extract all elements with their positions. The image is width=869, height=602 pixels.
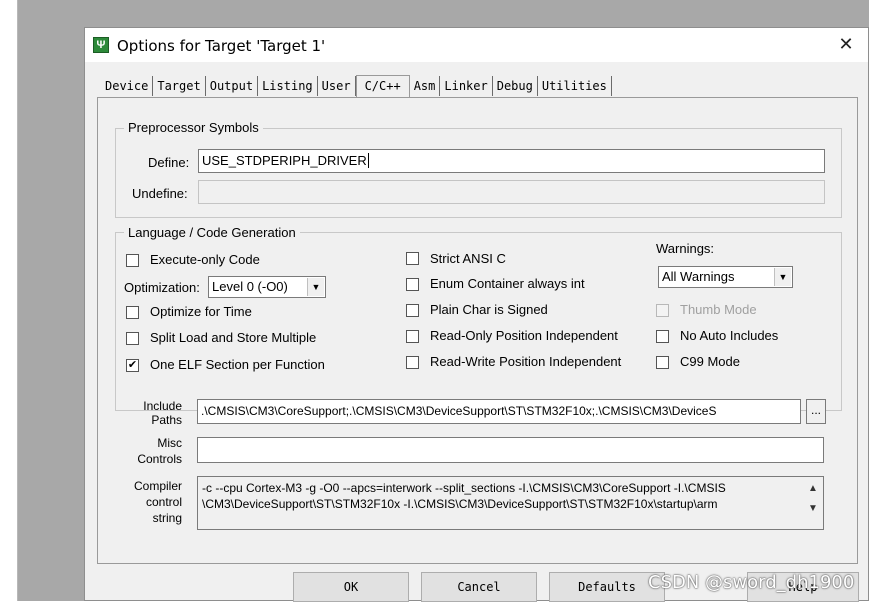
tab-output[interactable]: Output bbox=[205, 76, 259, 96]
define-input[interactable]: USE_STDPERIPH_DRIVER bbox=[198, 149, 825, 173]
rw-pos-checkbox[interactable] bbox=[406, 356, 419, 369]
scroll-down-icon[interactable]: ▼ bbox=[805, 499, 821, 519]
compiler-scrollbar[interactable]: ▲ ▼ bbox=[805, 479, 821, 519]
misc-controls-label: Misc Controls bbox=[128, 435, 182, 467]
include-label-line2: Paths bbox=[151, 413, 182, 427]
compiler-control-string[interactable]: -c --cpu Cortex-M3 -g -O0 --apcs=interwo… bbox=[197, 476, 824, 530]
misc-label-line2: Controls bbox=[137, 452, 182, 466]
optimization-value: Level 0 (-O0) bbox=[212, 279, 288, 294]
ro-pos-checkbox[interactable] bbox=[406, 330, 419, 343]
scroll-up-icon[interactable]: ▲ bbox=[805, 479, 821, 499]
chevron-down-icon[interactable]: ▼ bbox=[774, 268, 791, 286]
enum-container-checkbox[interactable] bbox=[406, 278, 419, 291]
close-button[interactable]: ✕ bbox=[832, 32, 860, 58]
warnings-select[interactable]: All Warnings ▼ bbox=[658, 266, 793, 288]
cpp-tab-panel: Preprocessor Symbols Define: USE_STDPERI… bbox=[97, 97, 858, 564]
execute-only-label: Execute-only Code bbox=[150, 252, 260, 267]
split-load-label: Split Load and Store Multiple bbox=[150, 330, 317, 345]
language-legend: Language / Code Generation bbox=[124, 225, 300, 240]
one-elf-label: One ELF Section per Function bbox=[150, 357, 325, 372]
compiler-label-line2: control bbox=[145, 495, 182, 509]
compiler-label-line1: Compiler bbox=[133, 479, 182, 493]
include-paths-input[interactable]: .\CMSIS\CM3\CoreSupport;.\CMSIS\CM3\Devi… bbox=[197, 399, 801, 424]
c99-mode-label: C99 Mode bbox=[680, 354, 740, 369]
c99-mode-checkbox[interactable] bbox=[656, 356, 669, 369]
define-label: Define: bbox=[148, 155, 190, 170]
plain-char-label: Plain Char is Signed bbox=[430, 302, 548, 317]
strict-ansi-checkbox[interactable] bbox=[406, 252, 419, 265]
warnings-value: All Warnings bbox=[662, 269, 735, 284]
tab-listing[interactable]: Listing bbox=[258, 76, 318, 96]
define-value: USE_STDPERIPH_DRIVER bbox=[202, 153, 367, 168]
include-paths-label: Include Paths bbox=[138, 399, 182, 427]
rw-pos-label: Read-Write Position Independent bbox=[430, 354, 622, 369]
text-caret bbox=[367, 153, 369, 168]
compiler-control-label: Compiler control string bbox=[122, 478, 182, 526]
tab-asm[interactable]: Asm bbox=[409, 76, 441, 96]
ro-pos-label: Read-Only Position Independent bbox=[430, 328, 618, 343]
optimization-label: Optimization: bbox=[124, 280, 200, 295]
thumb-mode-label: Thumb Mode bbox=[680, 302, 757, 317]
one-elf-checkbox[interactable]: ✔ bbox=[126, 359, 139, 372]
cancel-button[interactable]: Cancel bbox=[421, 572, 537, 602]
preprocessor-group bbox=[115, 128, 842, 218]
watermark: CSDN @sword_dh1900 bbox=[648, 572, 855, 593]
compiler-string-line1: -c --cpu Cortex-M3 -g -O0 --apcs=interwo… bbox=[202, 481, 726, 495]
tab-target[interactable]: Target bbox=[153, 76, 206, 96]
chevron-down-icon[interactable]: ▼ bbox=[307, 278, 324, 296]
tab-device[interactable]: Device bbox=[101, 76, 154, 96]
split-load-checkbox[interactable] bbox=[126, 332, 139, 345]
optimize-time-checkbox[interactable] bbox=[126, 306, 139, 319]
include-label-line1: Include bbox=[143, 399, 182, 413]
undefine-label: Undefine: bbox=[132, 186, 188, 201]
compiler-string-line2: \CM3\DeviceSupport\ST\STM32F10x -I.\CMSI… bbox=[202, 497, 718, 511]
keil-app-icon: Ψ bbox=[93, 37, 109, 53]
dialog-title: Options for Target 'Target 1' bbox=[117, 37, 326, 55]
include-browse-button[interactable]: ... bbox=[806, 399, 826, 424]
no-auto-includes-label: No Auto Includes bbox=[680, 328, 779, 343]
misc-controls-input[interactable] bbox=[197, 437, 824, 463]
warnings-label: Warnings: bbox=[656, 241, 715, 256]
optimize-time-label: Optimize for Time bbox=[150, 304, 252, 319]
tab-strip: Device Target Output Listing User C/C++ Asm Lin… bbox=[101, 74, 612, 100]
options-dialog: Ψ Options for Target 'Target 1' ✕ Device… bbox=[84, 27, 869, 602]
preprocessor-legend: Preprocessor Symbols bbox=[124, 120, 263, 135]
strict-ansi-label: Strict ANSI C bbox=[430, 251, 506, 266]
tab-debug[interactable]: Debug bbox=[492, 76, 538, 96]
left-margin bbox=[0, 0, 18, 601]
compiler-label-line3: string bbox=[152, 511, 182, 525]
plain-char-checkbox[interactable] bbox=[406, 304, 419, 317]
ok-button[interactable]: OK bbox=[293, 572, 409, 602]
no-auto-includes-checkbox[interactable] bbox=[656, 330, 669, 343]
undefine-input[interactable] bbox=[198, 180, 825, 204]
title-bar: Ψ Options for Target 'Target 1' ✕ bbox=[85, 28, 868, 62]
optimization-select[interactable]: Level 0 (-O0) ▼ bbox=[208, 276, 326, 298]
thumb-mode-checkbox[interactable] bbox=[656, 304, 669, 317]
enum-container-label: Enum Container always int bbox=[430, 276, 585, 291]
misc-label-line1: Misc bbox=[157, 436, 182, 450]
tab-user[interactable]: User bbox=[317, 76, 356, 96]
checkmark-icon: ✔ bbox=[127, 359, 138, 371]
execute-only-checkbox[interactable] bbox=[126, 254, 139, 267]
tab-utilities[interactable]: Utilities bbox=[537, 76, 612, 96]
tab-linker[interactable]: Linker bbox=[440, 76, 493, 96]
